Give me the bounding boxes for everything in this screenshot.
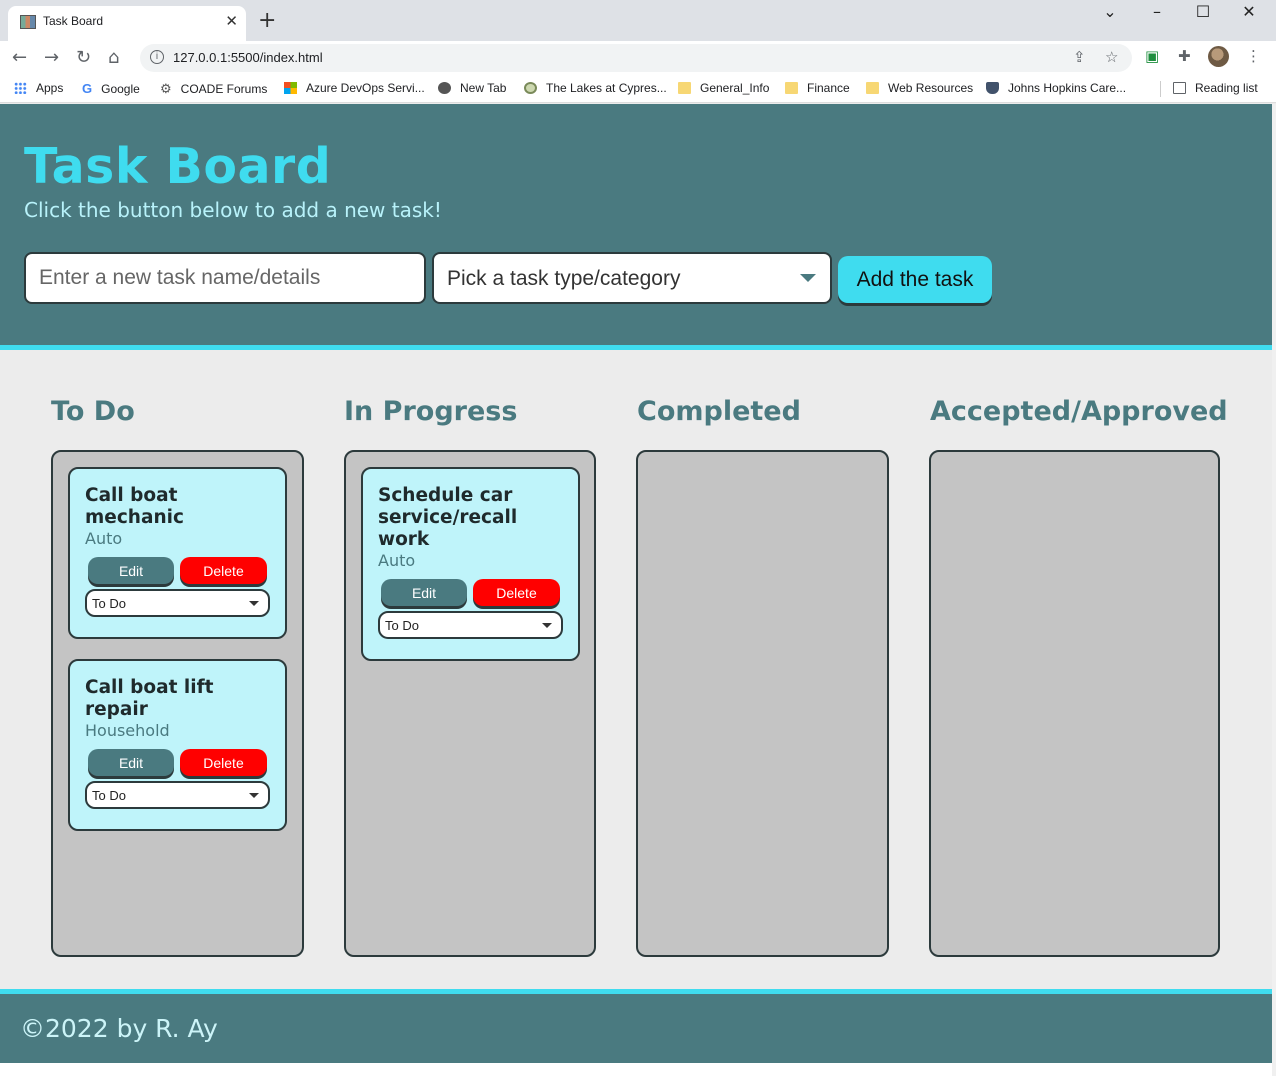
bookmark-lakes[interactable]: The Lakes at Cypres...	[524, 81, 667, 95]
status-value: To Do	[385, 618, 419, 633]
chevron-down-icon	[249, 793, 259, 798]
column-in-progress[interactable]: Schedule car service/recall work Auto Ed…	[344, 450, 596, 957]
column-completed[interactable]	[636, 450, 889, 957]
back-icon[interactable]: ←	[12, 47, 27, 68]
delete-button[interactable]: Delete	[180, 749, 267, 776]
microsoft-icon	[284, 82, 297, 94]
browser-tabstrip: Task Board ✕ + ⌄ – ☐ ✕	[0, 0, 1276, 41]
extension-icon[interactable]: ▣	[1145, 47, 1159, 65]
chevron-down-icon	[800, 274, 816, 282]
status-select[interactable]: To Do	[378, 611, 563, 639]
address-bar[interactable]: i 127.0.0.1:5500/index.html ⇪ ☆	[140, 44, 1132, 72]
bookmarks-divider	[1160, 81, 1161, 97]
task-name-input[interactable]	[24, 252, 426, 304]
new-tab-button[interactable]: +	[258, 8, 276, 34]
favicon-icon	[20, 15, 36, 29]
bookmark-apps[interactable]: Apps	[14, 81, 63, 95]
folder-icon	[785, 82, 798, 94]
task-card[interactable]: Schedule car service/recall work Auto Ed…	[361, 467, 580, 661]
task-type-select[interactable]: Pick a task type/category	[432, 252, 832, 304]
browser-toolbar: ← → ↻ ⌂ i 127.0.0.1:5500/index.html ⇪ ☆ …	[0, 41, 1276, 75]
profile-avatar[interactable]	[1208, 46, 1229, 67]
bookmark-johns-hopkins[interactable]: Johns Hopkins Care...	[986, 81, 1126, 95]
window-edge	[1272, 104, 1276, 1076]
tab-title: Task Board	[43, 14, 104, 28]
delete-button[interactable]: Delete	[180, 557, 267, 584]
site-info-icon[interactable]: i	[150, 50, 164, 64]
column-title-accepted: Accepted/Approved	[930, 396, 1228, 427]
page-subtitle: Click the button below to add a new task…	[24, 198, 442, 222]
page-title: Task Board	[24, 138, 332, 195]
bookmark-newtab[interactable]: New Tab	[438, 81, 506, 95]
reload-icon[interactable]: ↻	[76, 47, 91, 68]
task-card[interactable]: Call boat lift repair Household Edit Del…	[68, 659, 287, 831]
bookmark-finance[interactable]: Finance	[785, 81, 850, 95]
task-type-placeholder: Pick a task type/category	[447, 267, 681, 290]
page-footer: ©2022 by R. Ay	[0, 989, 1272, 1063]
shield-icon	[986, 82, 999, 94]
lakes-icon	[524, 82, 537, 94]
task-card[interactable]: Call boat mechanic Auto Edit Delete To D…	[68, 467, 287, 639]
close-window-icon[interactable]: ✕	[1226, 2, 1272, 32]
minimize-icon[interactable]: –	[1134, 2, 1180, 32]
maximize-icon[interactable]: ☐	[1180, 2, 1226, 32]
chevron-down-icon	[249, 601, 259, 606]
task-title: Call boat lift repair	[85, 677, 214, 720]
column-accepted[interactable]	[929, 450, 1220, 957]
home-icon[interactable]: ⌂	[108, 47, 119, 68]
bookmarks-bar: Apps G Google ⚙ COADE Forums Azure DevOps …	[0, 75, 1276, 103]
status-select[interactable]: To Do	[85, 589, 270, 617]
page-body: Task Board Click the button below to add…	[0, 104, 1272, 1063]
puzzle-icon[interactable]: ✚	[1178, 47, 1191, 65]
folder-icon	[866, 82, 879, 94]
edit-button[interactable]: Edit	[381, 579, 467, 606]
column-title-in-progress: In Progress	[344, 396, 518, 427]
page-header: Task Board Click the button below to add…	[0, 104, 1272, 350]
edit-button[interactable]: Edit	[88, 749, 174, 776]
share-icon[interactable]: ⇪	[1073, 48, 1086, 66]
tab-close-icon[interactable]: ✕	[225, 12, 238, 30]
task-title: Schedule car service/recall work	[378, 485, 518, 550]
bookmark-web-resources[interactable]: Web Resources	[866, 81, 973, 95]
folder-icon	[678, 82, 691, 94]
edit-button[interactable]: Edit	[88, 557, 174, 584]
gear-icon: ⚙	[160, 81, 172, 96]
bookmark-azure[interactable]: Azure DevOps Servi...	[284, 81, 425, 95]
tab-search-icon[interactable]: ⌄	[1087, 2, 1133, 32]
task-type: Household	[85, 721, 170, 740]
google-icon: G	[82, 81, 93, 96]
column-todo[interactable]: Call boat mechanic Auto Edit Delete To D…	[51, 450, 304, 957]
column-title-todo: To Do	[51, 396, 135, 427]
bookmark-star-icon[interactable]: ☆	[1105, 48, 1118, 66]
chevron-down-icon	[542, 623, 552, 628]
status-value: To Do	[92, 788, 126, 803]
column-title-completed: Completed	[637, 396, 801, 427]
globe-icon	[438, 82, 451, 94]
status-value: To Do	[92, 596, 126, 611]
status-select[interactable]: To Do	[85, 781, 270, 809]
menu-kebab-icon[interactable]: ⋮	[1246, 47, 1261, 65]
bookmark-general-info[interactable]: General_Info	[678, 81, 769, 95]
forward-icon[interactable]: →	[44, 47, 59, 68]
window-bottom-edge	[0, 1063, 1272, 1076]
reading-list-icon	[1173, 82, 1186, 94]
apps-icon	[14, 82, 27, 94]
footer-copyright: ©2022 by R. Ay	[20, 1014, 218, 1043]
reading-list-button[interactable]: Reading list	[1173, 81, 1258, 95]
bookmark-coade[interactable]: ⚙ COADE Forums	[160, 81, 267, 97]
add-task-button[interactable]: Add the task	[838, 256, 992, 303]
task-type: Auto	[85, 529, 123, 548]
bookmark-google[interactable]: G Google	[82, 81, 140, 96]
browser-tab[interactable]: Task Board ✕	[8, 6, 246, 41]
task-title: Call boat mechanic	[85, 485, 184, 528]
delete-button[interactable]: Delete	[473, 579, 560, 606]
url-text[interactable]: 127.0.0.1:5500/index.html	[173, 50, 323, 65]
task-type: Auto	[378, 551, 416, 570]
